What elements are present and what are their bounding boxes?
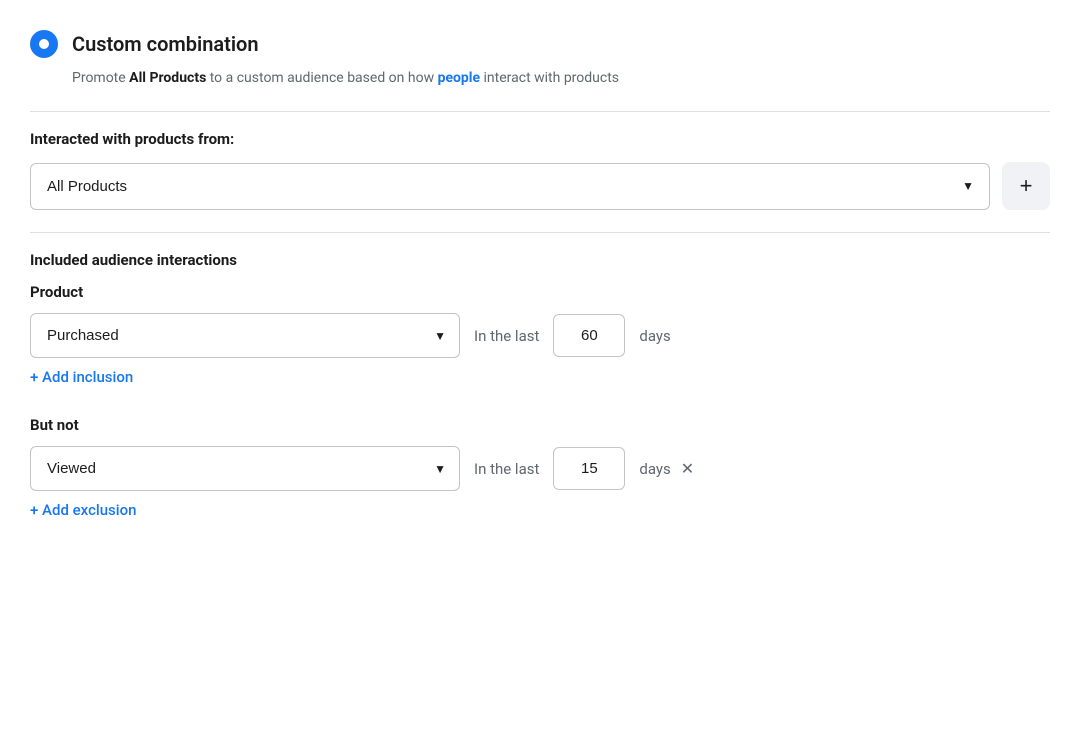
- main-container: Custom combination Promote All Products …: [30, 20, 1050, 535]
- subtitle-start: Promote: [72, 70, 129, 86]
- inclusion-select-wrapper: Purchased Viewed Added to Cart ▼: [30, 313, 460, 358]
- products-select-wrapper: All Products ▼: [30, 163, 990, 210]
- subtitle-mid: to a custom audience based on how: [206, 70, 437, 86]
- inclusion-in-the-last-label: In the last: [474, 327, 539, 345]
- inclusion-row: Purchased Viewed Added to Cart ▼ In the …: [30, 313, 1050, 358]
- inclusion-select[interactable]: Purchased Viewed Added to Cart: [30, 313, 460, 358]
- inclusion-days-input[interactable]: [553, 314, 625, 357]
- product-sub-label: Product: [30, 283, 1050, 301]
- exclusion-select[interactable]: Viewed Purchased Added to Cart: [30, 446, 460, 491]
- exclusion-days-label: days: [639, 460, 670, 478]
- products-select[interactable]: All Products: [30, 163, 990, 210]
- add-exclusion-link[interactable]: + Add exclusion: [30, 501, 136, 519]
- exclusion-in-the-last-label: In the last: [474, 460, 539, 478]
- radio-button[interactable]: [30, 30, 58, 58]
- products-section-label: Interacted with products from:: [30, 130, 1050, 148]
- exclusion-select-wrapper: Viewed Purchased Added to Cart ▼: [30, 446, 460, 491]
- subtitle-end: interact with products: [480, 70, 619, 86]
- but-not-label: But not: [30, 416, 1050, 434]
- divider-2: [30, 232, 1050, 233]
- people-link[interactable]: people: [438, 70, 480, 86]
- add-products-button[interactable]: +: [1002, 162, 1050, 210]
- exclusion-days-input[interactable]: [553, 447, 625, 490]
- inclusion-days-label: days: [639, 327, 670, 345]
- included-section-label: Included audience interactions: [30, 251, 1050, 269]
- exclusion-row: Viewed Purchased Added to Cart ▼ In the …: [30, 446, 1050, 491]
- products-row: All Products ▼ +: [30, 162, 1050, 210]
- subtitle-bold: All Products: [129, 70, 206, 86]
- subtitle: Promote All Products to a custom audienc…: [72, 68, 1050, 89]
- remove-exclusion-icon[interactable]: ✕: [681, 459, 694, 478]
- add-inclusion-link[interactable]: + Add inclusion: [30, 368, 133, 386]
- page-title: Custom combination: [72, 32, 259, 56]
- but-not-section: But not Viewed Purchased Added to Cart ▼…: [30, 416, 1050, 525]
- header-row: Custom combination: [30, 30, 1050, 58]
- divider-1: [30, 111, 1050, 112]
